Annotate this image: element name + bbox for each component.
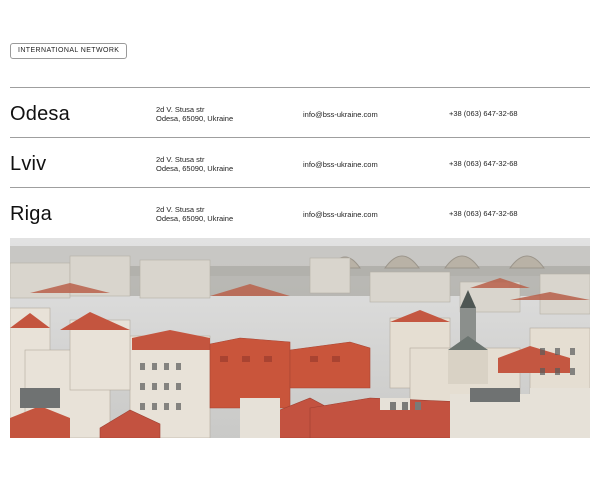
office-email-link[interactable]: info@bss-ukraine.com: [303, 110, 378, 119]
international-network-badge: INTERNATIONAL NETWORK: [10, 43, 128, 59]
city-rooftops-photo: [10, 238, 590, 438]
office-phone-link[interactable]: +38 (063) 647-32-68: [449, 159, 518, 168]
city-rooftops-illustration: [10, 238, 590, 438]
office-email-link[interactable]: info@bss-ukraine.com: [303, 160, 378, 169]
contacts-page: INTERNATIONAL NETWORK Odesa 2d V. Stusa …: [0, 0, 600, 487]
office-address-line2: Odesa, 65090, Ukraine: [156, 163, 234, 173]
office-address: 2d V. Stusa str Odesa, 65090, Ukraine: [156, 155, 234, 173]
office-address: 2d V. Stusa str Odesa, 65090, Ukraine: [156, 205, 234, 223]
office-row-odesa: Odesa 2d V. Stusa str Odesa, 65090, Ukra…: [10, 87, 590, 137]
office-email-link[interactable]: info@bss-ukraine.com: [303, 210, 378, 219]
office-address: 2d V. Stusa str Odesa, 65090, Ukraine: [156, 105, 234, 123]
office-row-riga: Riga 2d V. Stusa str Odesa, 65090, Ukrai…: [10, 187, 590, 237]
office-list: Odesa 2d V. Stusa str Odesa, 65090, Ukra…: [10, 87, 590, 237]
office-phone-link[interactable]: +38 (063) 647-32-68: [449, 109, 518, 118]
office-row-lviv: Lviv 2d V. Stusa str Odesa, 65090, Ukrai…: [10, 137, 590, 187]
office-address-line2: Odesa, 65090, Ukraine: [156, 113, 234, 123]
office-phone-link[interactable]: +38 (063) 647-32-68: [449, 209, 518, 218]
office-city: Odesa: [10, 103, 70, 125]
office-city: Riga: [10, 203, 52, 225]
office-city: Lviv: [10, 153, 47, 175]
office-address-line2: Odesa, 65090, Ukraine: [156, 213, 234, 223]
